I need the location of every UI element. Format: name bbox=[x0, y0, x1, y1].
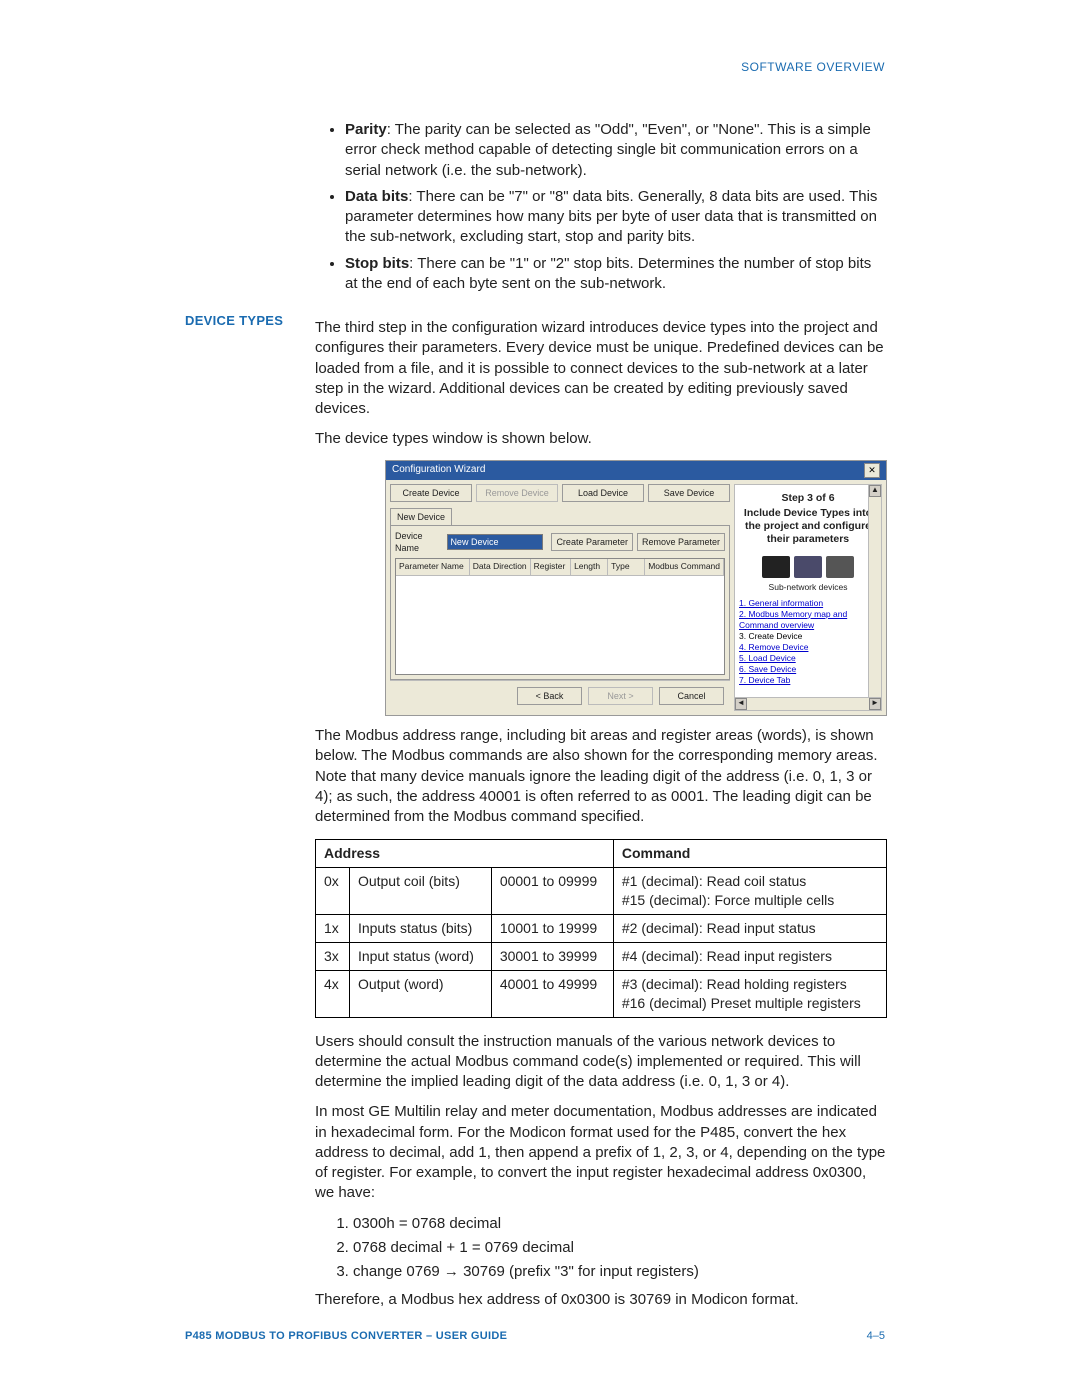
cell-command: #2 (decimal): Read input status bbox=[613, 915, 886, 943]
wizard-title-text: Configuration Wizard bbox=[392, 463, 485, 477]
device-types-caption: The device types window is shown below. bbox=[315, 429, 887, 449]
step-indicator: Step 3 of 6 bbox=[739, 491, 877, 505]
device-thumbnail-icon bbox=[762, 556, 790, 578]
grid-col-length: Length bbox=[571, 559, 608, 574]
wizard-titlebar: Configuration Wizard ✕ bbox=[386, 461, 886, 480]
modbus-address-table: Address Command 0x Output coil (bits) 00… bbox=[315, 839, 887, 1017]
create-parameter-button[interactable]: Create Parameter bbox=[551, 533, 633, 551]
help-link-create-device: 3. Create Device bbox=[739, 631, 802, 641]
table-header-command: Command bbox=[613, 840, 886, 868]
cancel-button[interactable]: Cancel bbox=[659, 687, 724, 705]
table-row: 1x Inputs status (bits) 10001 to 19999 #… bbox=[316, 915, 887, 943]
close-icon[interactable]: ✕ bbox=[864, 463, 880, 478]
parameter-bullet-list: Parity: The parity can be selected as "O… bbox=[325, 120, 885, 294]
step-1: 0300h = 0768 decimal bbox=[353, 1214, 887, 1234]
post-table-p1: Users should consult the instruction man… bbox=[315, 1032, 887, 1093]
help-link-general-info[interactable]: 1. General information bbox=[739, 598, 823, 608]
save-device-button[interactable]: Save Device bbox=[648, 484, 730, 502]
step-heading: Include Device Types into the project an… bbox=[739, 507, 877, 546]
create-device-button[interactable]: Create Device bbox=[390, 484, 472, 502]
subnet-devices-label: Sub-network devices bbox=[739, 582, 877, 593]
device-name-field[interactable]: New Device bbox=[447, 534, 543, 550]
bullet-text: : There can be "1" or "2" stop bits. Det… bbox=[345, 255, 871, 292]
header-section-title: SOFTWARE OVERVIEW bbox=[741, 60, 885, 74]
scroll-up-icon[interactable]: ▲ bbox=[869, 485, 881, 497]
help-link-device-tab[interactable]: 7. Device Tab bbox=[739, 675, 790, 685]
post-table-p3: Therefore, a Modbus hex address of 0x030… bbox=[315, 1290, 887, 1310]
bullet-term: Stop bits bbox=[345, 255, 409, 272]
bullet-term: Parity bbox=[345, 121, 387, 138]
device-thumbnails bbox=[739, 556, 877, 578]
parameter-grid[interactable]: Parameter Name Data Direction Register L… bbox=[395, 558, 725, 675]
next-button[interactable]: Next > bbox=[588, 687, 653, 705]
table-row: 0x Output coil (bits) 00001 to 09999 #1 … bbox=[316, 868, 887, 915]
cell-command: #1 (decimal): Read coil status #15 (deci… bbox=[613, 868, 886, 915]
grid-col-modbus-command: Modbus Command bbox=[645, 559, 724, 574]
grid-col-parameter-name: Parameter Name bbox=[396, 559, 470, 574]
help-link-load-device[interactable]: 5. Load Device bbox=[739, 653, 796, 663]
bullet-parity: Parity: The parity can be selected as "O… bbox=[345, 120, 885, 181]
tab-new-device[interactable]: New Device bbox=[390, 508, 452, 525]
help-link-modbus-memory[interactable]: 2. Modbus Memory map and Command overvie… bbox=[739, 609, 847, 630]
wizard-help-links: 1. General information 2. Modbus Memory … bbox=[739, 598, 877, 686]
table-header-address: Address bbox=[316, 840, 614, 868]
footer-doc-title: P485 MODBUS TO PROFIBUS CONVERTER – USER… bbox=[185, 1330, 507, 1342]
section-heading-device-types: DEVICE TYPES bbox=[185, 312, 315, 330]
scroll-left-icon[interactable]: ◄ bbox=[735, 698, 747, 710]
wizard-side-panel: ▲ Step 3 of 6 Include Device Types into … bbox=[734, 484, 882, 712]
help-link-save-device[interactable]: 6. Save Device bbox=[739, 664, 796, 674]
table-row: 3x Input status (word) 30001 to 39999 #4… bbox=[316, 943, 887, 971]
device-thumbnail-icon bbox=[794, 556, 822, 578]
grid-col-data-direction: Data Direction bbox=[470, 559, 531, 574]
grid-col-register: Register bbox=[531, 559, 571, 574]
table-row: 4x Output (word) 40001 to 49999 #3 (deci… bbox=[316, 970, 887, 1017]
cell-name: Input status (word) bbox=[349, 943, 491, 971]
cell-prefix: 4x bbox=[316, 970, 350, 1017]
bullet-term: Data bits bbox=[345, 188, 408, 205]
device-name-label: Device Name bbox=[395, 530, 443, 554]
scrollbar-horizontal[interactable]: ◄ ► bbox=[735, 697, 881, 710]
bullet-data-bits: Data bits: There can be "7" or "8" data … bbox=[345, 187, 885, 248]
bullet-text: : The parity can be selected as "Odd", "… bbox=[345, 121, 871, 179]
footer-page-number: 4–5 bbox=[867, 1330, 885, 1342]
cell-prefix: 0x bbox=[316, 868, 350, 915]
help-link-remove-device[interactable]: 4. Remove Device bbox=[739, 642, 808, 652]
grid-col-type: Type bbox=[608, 559, 645, 574]
bullet-text: : There can be "7" or "8" data bits. Gen… bbox=[345, 188, 877, 246]
cell-range: 10001 to 19999 bbox=[491, 915, 613, 943]
scrollbar-vertical[interactable]: ▲ bbox=[868, 485, 881, 711]
step-2: 0768 decimal + 1 = 0769 decimal bbox=[353, 1238, 887, 1258]
scroll-right-icon[interactable]: ► bbox=[869, 698, 881, 710]
conversion-steps-list: 0300h = 0768 decimal 0768 decimal + 1 = … bbox=[335, 1214, 887, 1283]
device-thumbnail-icon bbox=[826, 556, 854, 578]
after-wizard-text: The Modbus address range, including bit … bbox=[315, 726, 887, 827]
cell-name: Output coil (bits) bbox=[349, 868, 491, 915]
cell-prefix: 1x bbox=[316, 915, 350, 943]
bullet-stop-bits: Stop bits: There can be "1" or "2" stop … bbox=[345, 254, 885, 295]
cell-name: Output (word) bbox=[349, 970, 491, 1017]
remove-device-button[interactable]: Remove Device bbox=[476, 484, 558, 502]
cell-name: Inputs status (bits) bbox=[349, 915, 491, 943]
cell-range: 40001 to 49999 bbox=[491, 970, 613, 1017]
step-3: change 0769 → 30769 (prefix "3" for inpu… bbox=[353, 1262, 887, 1282]
cell-range: 30001 to 39999 bbox=[491, 943, 613, 971]
cell-command: #4 (decimal): Read input registers bbox=[613, 943, 886, 971]
device-types-intro: The third step in the configuration wiza… bbox=[315, 318, 887, 419]
configuration-wizard-window: Configuration Wizard ✕ Create Device Rem… bbox=[385, 460, 887, 717]
cell-range: 00001 to 09999 bbox=[491, 868, 613, 915]
cell-prefix: 3x bbox=[316, 943, 350, 971]
back-button[interactable]: < Back bbox=[517, 687, 582, 705]
load-device-button[interactable]: Load Device bbox=[562, 484, 644, 502]
post-table-p2: In most GE Multilin relay and meter docu… bbox=[315, 1102, 887, 1203]
cell-command: #3 (decimal): Read holding registers #16… bbox=[613, 970, 886, 1017]
remove-parameter-button[interactable]: Remove Parameter bbox=[637, 533, 725, 551]
